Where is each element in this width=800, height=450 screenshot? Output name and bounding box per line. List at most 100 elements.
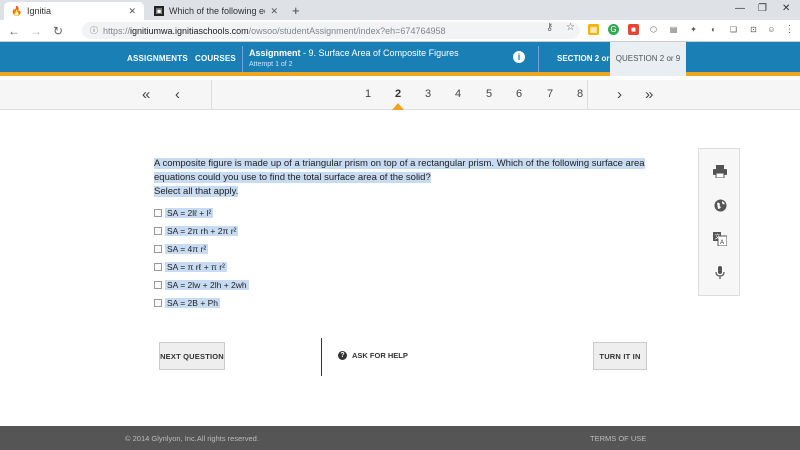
extension-icon[interactable]: ⊡	[748, 24, 759, 35]
next-question-button[interactable]: NEXT QUESTION	[159, 342, 225, 370]
browser-toolbar: ← → ↻ ⓘ https://ignitiumwa.ignitiaschool…	[0, 20, 800, 42]
first-question-icon[interactable]: «	[142, 86, 150, 103]
answer-label: SA = 2lℓ + l²	[165, 208, 214, 218]
answer-checkbox[interactable]	[154, 245, 162, 253]
divider	[211, 80, 212, 110]
key-icon[interactable]: ⚷	[546, 22, 553, 33]
answer-option[interactable]: SA = 2π rh + 2π r²	[154, 222, 249, 240]
browser-tab-ignitia[interactable]: 🔥 Ignitia ✕	[4, 2, 144, 20]
tab-title: Which of the following equation	[169, 6, 265, 16]
question-number[interactable]: 4	[451, 88, 465, 100]
menu-dots-icon[interactable]: ⋮	[784, 24, 795, 35]
ask-for-help-label: ASK FOR HELP	[352, 351, 408, 360]
url-scheme: https://	[103, 25, 131, 36]
extension-icon[interactable]: ⬡	[648, 24, 659, 35]
globe-icon[interactable]	[706, 191, 734, 219]
answer-checkbox[interactable]	[154, 263, 162, 271]
question-number[interactable]: 7	[543, 88, 557, 100]
extension-icon[interactable]: ▦	[588, 24, 599, 35]
divider	[242, 46, 243, 72]
extension-icon[interactable]: ❏	[728, 24, 739, 35]
ask-for-help-button[interactable]: ? ASK FOR HELP	[338, 351, 408, 360]
window-close-icon[interactable]: ✕	[782, 3, 790, 14]
info-icon[interactable]: ⓘ	[90, 25, 98, 36]
turn-it-in-button[interactable]: TURN IT IN	[593, 342, 647, 370]
question-number-current[interactable]: 2	[391, 88, 405, 100]
question-instruction: Select all that apply.	[154, 186, 239, 197]
extension-icon[interactable]: ▤	[668, 24, 679, 35]
answer-option[interactable]: SA = 2lℓ + l²	[154, 204, 249, 222]
answer-label: SA = 2π rh + 2π r²	[165, 226, 239, 236]
question-value: 2 or 9	[659, 54, 681, 63]
divider	[321, 338, 322, 376]
question-label: QUESTION	[615, 54, 658, 63]
next-question-icon[interactable]: ›	[617, 86, 622, 103]
answer-label: SA = 2lw + 2lh + 2wh	[165, 280, 249, 290]
assignment-title: Assignment - 9. Surface Area of Composit…	[249, 48, 459, 58]
answer-checkbox[interactable]	[154, 227, 162, 235]
new-tab-icon[interactable]: +	[292, 3, 300, 18]
assignment-name: - 9. Surface Area of Composite Figures	[300, 48, 459, 58]
answer-option[interactable]: SA = π rℓ + π r²	[154, 258, 249, 276]
profile-icon[interactable]: ☺	[766, 24, 777, 35]
maximize-icon[interactable]: ❐	[758, 3, 767, 14]
answer-option[interactable]: SA = 2lw + 2lh + 2wh	[154, 276, 249, 294]
question-prompt: A composite figure is made up of a trian…	[154, 157, 654, 199]
page-footer: © 2014 Glynlyon, Inc.All rights reserved…	[0, 426, 800, 450]
section-label: SECTION	[557, 54, 593, 63]
back-icon[interactable]: ←	[6, 24, 22, 38]
microphone-icon[interactable]	[706, 259, 734, 287]
address-bar[interactable]: ⓘ https://ignitiumwa.ignitiaschools.com/…	[82, 22, 580, 39]
nav-courses[interactable]: COURSES	[195, 54, 236, 63]
question-number[interactable]: 1	[361, 88, 375, 100]
answer-label: SA = π rℓ + π r²	[165, 262, 227, 272]
answer-checkbox[interactable]	[154, 299, 162, 307]
flame-icon: 🔥	[11, 5, 23, 16]
attempt-counter: Attempt 1 of 2	[249, 61, 293, 68]
divider	[538, 46, 539, 72]
current-question-marker	[392, 103, 404, 110]
url-host: ignitiumwa.ignitiaschools.com	[130, 25, 249, 36]
answer-checkbox[interactable]	[154, 281, 162, 289]
translate-icon[interactable]: 文A	[706, 225, 734, 253]
info-icon[interactable]: i	[513, 51, 525, 63]
tab-title: Ignitia	[27, 6, 52, 16]
question-mark-icon: ?	[338, 351, 347, 360]
extension-icon[interactable]: ■	[628, 24, 639, 35]
previous-question-icon[interactable]: ‹	[175, 86, 180, 103]
nav-assignments[interactable]: ASSIGNMENTS	[127, 54, 188, 63]
answer-option[interactable]: SA = 2B + Ph	[154, 294, 249, 312]
grammarly-icon[interactable]: G	[608, 24, 619, 35]
browser-tab-question[interactable]: ▣ Which of the following equation ✕	[146, 2, 286, 20]
star-icon[interactable]: ☆	[566, 22, 575, 33]
question-number[interactable]: 3	[421, 88, 435, 100]
answer-option[interactable]: SA = 4π r²	[154, 240, 249, 258]
question-number[interactable]: 8	[573, 88, 587, 100]
tools-panel: 文A	[698, 148, 740, 296]
forward-icon[interactable]: →	[28, 24, 44, 38]
answer-options: SA = 2lℓ + l² SA = 2π rh + 2π r² SA = 4π…	[154, 204, 249, 312]
question-number[interactable]: 5	[482, 88, 496, 100]
extension-icon[interactable]: ✦	[688, 24, 699, 35]
close-icon[interactable]: ✕	[270, 6, 278, 17]
divider	[587, 80, 588, 110]
print-icon[interactable]	[706, 157, 734, 185]
app-header: ASSIGNMENTS COURSES Assignment - 9. Surf…	[0, 42, 800, 76]
close-icon[interactable]: ✕	[128, 6, 136, 17]
minimize-icon[interactable]: —	[735, 3, 745, 14]
reload-icon[interactable]: ↻	[50, 24, 66, 38]
answer-label: SA = 4π r²	[165, 244, 209, 254]
document-icon: ▣	[154, 6, 164, 16]
question-number[interactable]: 6	[512, 88, 526, 100]
question-indicator: QUESTION 2 or 9	[610, 42, 686, 76]
extension-icon[interactable]: ◐	[708, 24, 719, 35]
browser-tab-strip: 🔥 Ignitia ✕ ▣ Which of the following equ…	[0, 0, 800, 20]
section-indicator: SECTION 2 or 3	[557, 54, 616, 63]
url-path: /owsoo/studentAssignment/index?eh=674764…	[248, 25, 446, 36]
last-question-icon[interactable]: »	[645, 86, 653, 103]
assignment-label: Assignment	[249, 48, 301, 58]
answer-checkbox[interactable]	[154, 209, 162, 217]
copyright-text: © 2014 Glynlyon, Inc.All rights reserved…	[125, 434, 259, 443]
answer-label: SA = 2B + Ph	[165, 298, 221, 308]
terms-of-use-link[interactable]: TERMS OF USE	[590, 434, 646, 443]
